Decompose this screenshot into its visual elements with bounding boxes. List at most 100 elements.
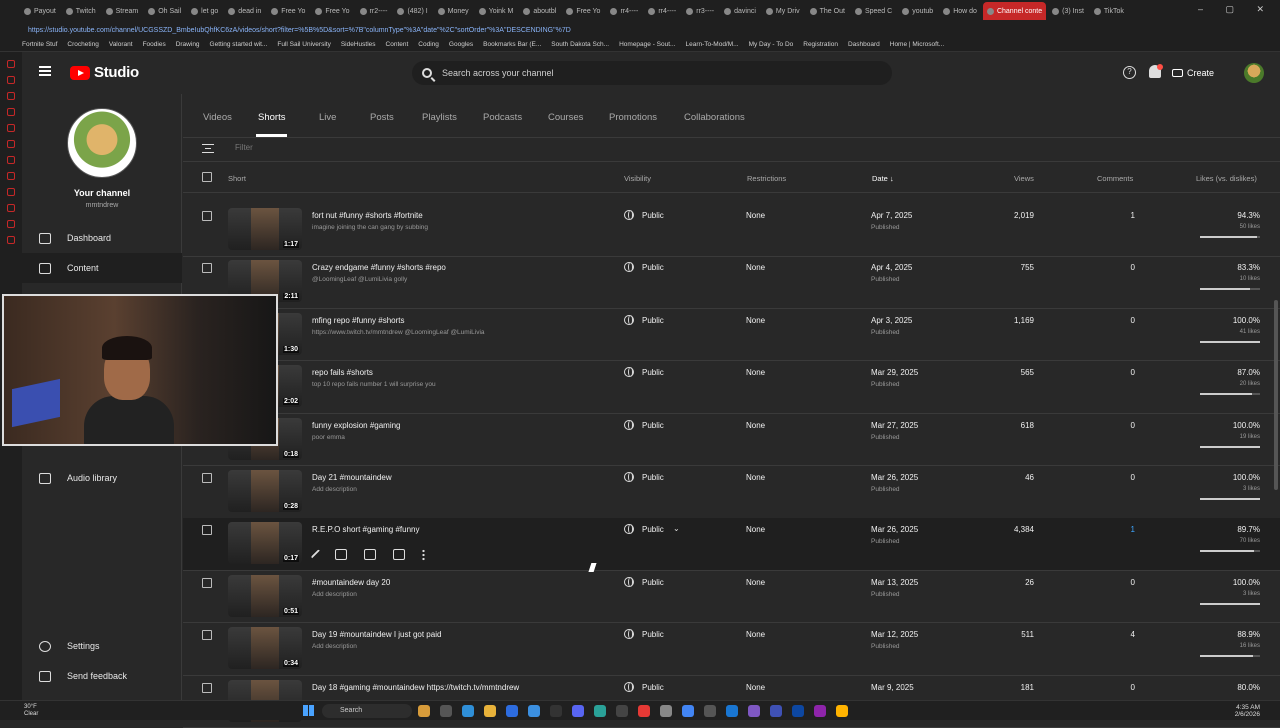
column-date[interactable]: Date ↓	[872, 174, 894, 183]
table-row[interactable]: 2:11 Crazy endgame #funny #shorts #repo @L…	[183, 256, 1280, 309]
short-title[interactable]: Day 19 #mountaindew I just got paid	[312, 630, 441, 639]
taskbar-app-icon[interactable]	[748, 705, 760, 717]
table-row[interactable]: 2:02 repo fails #shorts top 10 repo fails …	[183, 361, 1280, 414]
window-controls[interactable]: – ▢ ✕	[1198, 4, 1274, 15]
short-title[interactable]: funny explosion #gaming	[312, 421, 401, 430]
browser-tab[interactable]: rr3----	[682, 2, 718, 20]
views-value[interactable]: 618	[1021, 421, 1034, 430]
browser-tab[interactable]: Oh Sail	[144, 2, 185, 20]
short-title[interactable]: fort nut #funny #shorts #fortnite	[312, 211, 423, 220]
bookmark-item[interactable]: Content	[386, 41, 409, 48]
browser-tab[interactable]: How do	[939, 2, 981, 20]
tab-live[interactable]: Live	[319, 112, 336, 123]
browser-tab[interactable]: youtub	[898, 2, 937, 20]
system-clock[interactable]: 4:35 AM 2/6/2026	[1235, 704, 1260, 718]
sidebar-item-audio-library[interactable]: Audio library	[22, 463, 182, 493]
bookmark-item[interactable]: My Day - To Do	[749, 41, 794, 48]
scrollbar[interactable]	[1274, 300, 1278, 490]
browser-tab[interactable]: Free Yo	[562, 2, 604, 20]
bookmark-item[interactable]: SideHustles	[341, 41, 376, 48]
tab-playlists[interactable]: Playlists	[422, 112, 457, 123]
taskbar-app-icon[interactable]	[506, 705, 518, 717]
taskbar-app-icon[interactable]	[660, 705, 672, 717]
youtube-view-icon[interactable]	[393, 549, 405, 561]
tab-promotions[interactable]: Promotions	[609, 112, 657, 123]
tab-podcasts[interactable]: Podcasts	[483, 112, 522, 123]
short-thumbnail[interactable]: 0:17	[228, 522, 302, 565]
comments-value[interactable]: 4	[1131, 630, 1135, 639]
table-row[interactable]: 0:17 R.E.P.O short #gaming #funny Public ⌄ N…	[183, 518, 1280, 571]
taskbar-search[interactable]: Search	[322, 704, 412, 718]
bookmark-item[interactable]: Dashboard	[848, 41, 880, 48]
short-thumbnail[interactable]: 0:28	[228, 470, 302, 512]
bookmark-item[interactable]: Full Sail University	[277, 41, 330, 48]
browser-tab[interactable]: The Out	[806, 2, 849, 20]
browser-tab[interactable]: aboutbl	[519, 2, 560, 20]
table-row[interactable]: 0:34 Day 19 #mountaindew I just got paid A…	[183, 623, 1280, 676]
taskbar-app-icon[interactable]	[528, 705, 540, 717]
comments-value[interactable]: 0	[1131, 578, 1135, 587]
comments-value[interactable]: 1	[1131, 525, 1135, 534]
browser-tab[interactable]: Free Yo	[311, 2, 353, 20]
browser-tab[interactable]: let go	[187, 2, 222, 20]
comments-icon[interactable]	[364, 549, 376, 561]
bookmark-item[interactable]: Learn-To-Mod/M...	[685, 41, 738, 48]
row-checkbox[interactable]	[202, 682, 212, 693]
views-value[interactable]: 46	[1025, 473, 1034, 482]
select-all-checkbox[interactable]	[202, 172, 212, 182]
taskbar-app-icon[interactable]	[836, 705, 848, 717]
bookmark-item[interactable]: Fortnite Stuf	[22, 41, 57, 48]
tab-collaborations[interactable]: Collaborations	[684, 112, 745, 123]
taskbar-app-icon[interactable]	[726, 705, 738, 717]
tab-posts[interactable]: Posts	[370, 112, 394, 123]
sidebar-item-dashboard[interactable]: Dashboard	[22, 223, 182, 253]
edge-icon[interactable]	[462, 705, 474, 717]
row-checkbox[interactable]	[202, 473, 212, 483]
short-title[interactable]: repo fails #shorts	[312, 368, 373, 377]
table-row[interactable]: 0:18 funny explosion #gaming poor emma Publ…	[183, 414, 1280, 467]
tab-courses[interactable]: Courses	[548, 112, 583, 123]
taskbar-app-icon[interactable]	[638, 705, 650, 717]
create-button[interactable]: Create	[1172, 62, 1222, 84]
row-checkbox[interactable]	[202, 263, 212, 274]
bookmark-item[interactable]: Home | Microsoft...	[890, 41, 944, 48]
sidebar-item-send-feedback[interactable]: Send feedback	[22, 661, 182, 691]
visibility-value[interactable]: Public	[642, 525, 664, 534]
menu-icon[interactable]	[39, 66, 51, 76]
views-value[interactable]: 511	[1021, 630, 1034, 639]
browser-tab[interactable]: Free Yo	[267, 2, 309, 20]
bookmark-item[interactable]: Coding	[418, 41, 439, 48]
browser-tab[interactable]: Stream	[102, 2, 143, 20]
more-options-icon[interactable]	[422, 549, 425, 562]
filter-icon[interactable]	[202, 144, 214, 153]
browser-tab[interactable]: dead in	[224, 2, 265, 20]
browser-tab[interactable]: Twitch	[62, 2, 100, 20]
account-avatar[interactable]	[1244, 63, 1264, 83]
views-value[interactable]: 1,169	[1014, 316, 1034, 325]
browser-tab[interactable]: (482) I	[393, 2, 431, 20]
bookmark-item[interactable]: Getting started wit...	[210, 41, 268, 48]
comments-value[interactable]: 0	[1131, 368, 1135, 377]
folder-icon[interactable]	[484, 705, 496, 717]
channel-search-input[interactable]: Search across your channel	[412, 61, 892, 85]
browser-tab[interactable]: Speed C	[851, 2, 896, 20]
views-value[interactable]: 181	[1021, 683, 1034, 692]
chrome-icon[interactable]	[682, 705, 694, 717]
comments-value[interactable]: 0	[1131, 263, 1135, 272]
row-checkbox[interactable]	[202, 211, 212, 221]
table-row[interactable]: 1:17 fort nut #funny #shorts #fortnite ima…	[183, 204, 1280, 257]
taskbar-app-icon[interactable]	[616, 705, 628, 717]
url-text[interactable]: https://studio.youtube.com/channel/UCGSS…	[28, 27, 571, 34]
tab-shorts[interactable]: Shorts	[255, 112, 288, 137]
comments-value[interactable]: 0	[1131, 473, 1135, 482]
notifications-bell-icon[interactable]	[1149, 64, 1163, 78]
analytics-icon[interactable]	[335, 549, 347, 561]
sidebar-item-settings[interactable]: Settings	[22, 631, 182, 661]
browser-tab[interactable]: Yoink M	[475, 2, 518, 20]
bookmark-item[interactable]: Drawing	[176, 41, 200, 48]
filter-input[interactable]: Filter	[235, 143, 253, 152]
comments-value[interactable]: 1	[1131, 211, 1135, 220]
browser-tab[interactable]: rr4----	[606, 2, 642, 20]
browser-tab[interactable]: (3) Inst	[1048, 2, 1088, 20]
bookmark-item[interactable]: Registration	[803, 41, 838, 48]
